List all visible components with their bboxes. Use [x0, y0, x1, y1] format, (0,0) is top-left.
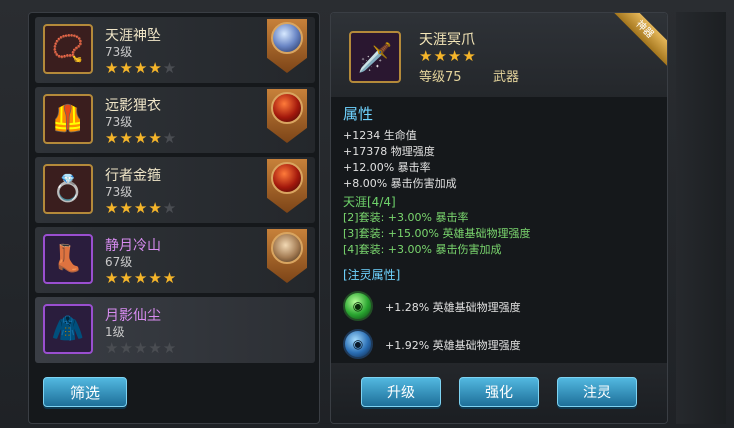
set-bonus-line: [2]套装: +3.00% 暴击率	[343, 211, 469, 224]
ring-icon: 💍	[43, 164, 93, 214]
blue-gem-icon	[271, 22, 303, 54]
red-gem-icon	[271, 162, 303, 194]
item-level: 73级	[105, 185, 133, 199]
detail-type: 武器	[493, 70, 520, 85]
detail-header: 🗡️ 天涯冥爪 ★★★★ 等级75 武器	[331, 13, 667, 97]
item-stars: ★★★★★	[105, 269, 178, 287]
detail-item-name: 天涯冥爪	[419, 32, 475, 48]
green-spirit-icon: ◉	[343, 291, 373, 321]
attribute-line: +1234 生命值	[343, 129, 417, 142]
blue-spirit-icon: ◉	[343, 329, 373, 359]
item-level: 73级	[105, 115, 133, 129]
attribute-scroll-area[interactable]: 属性 +1234 生命值 +17378 物理强度 +12.00% 暴击率 +8.…	[343, 103, 659, 359]
equipment-item[interactable]: 💍 行者金箍 73级 ★★★★★	[35, 157, 315, 223]
item-level: 73级	[105, 45, 133, 59]
item-stars: ★★★★★	[105, 199, 178, 217]
gem-socket-badge[interactable]	[267, 159, 307, 213]
item-name: 月影仙尘	[105, 308, 161, 324]
detail-stars: ★★★★	[419, 47, 477, 65]
attribute-line: +17378 物理强度	[343, 145, 435, 158]
infuse-text: +1.92% 英雄基础物理强度	[385, 339, 521, 352]
set-bonus-line: [3]套装: +15.00% 英雄基础物理强度	[343, 227, 531, 240]
pendant-icon: 📿	[43, 24, 93, 74]
item-name: 天涯神坠	[105, 28, 161, 44]
portrait-gem-icon	[271, 232, 303, 264]
item-name: 静月冷山	[105, 238, 161, 254]
equipment-item[interactable]: 📿 天涯神坠 73级 ★★★★★	[35, 17, 315, 83]
item-stars: ★★★★★	[105, 129, 178, 147]
equipment-list[interactable]: 📿 天涯神坠 73级 ★★★★★ 🦺 远影狸衣 73级 ★★★★★ 💍 行者金箍	[35, 17, 315, 367]
equipment-item[interactable]: 🧥 月影仙尘 1级 ★★★★★	[35, 297, 315, 363]
action-bar: 升级 强化 注灵	[331, 363, 667, 423]
right-edge-panel	[676, 12, 726, 424]
equipment-item[interactable]: 🦺 远影狸衣 73级 ★★★★★	[35, 87, 315, 153]
detail-level: 等级75	[419, 70, 462, 85]
attribute-title: 属性	[343, 105, 374, 123]
item-stars: ★★★★★	[105, 339, 178, 357]
item-level: 1级	[105, 325, 125, 339]
item-stars: ★★★★★	[105, 59, 178, 77]
upgrade-button[interactable]: 升级	[361, 377, 441, 407]
enhance-button[interactable]: 强化	[459, 377, 539, 407]
attribute-line: +12.00% 暴击率	[343, 161, 431, 174]
set-bonus-line: [4]套装: +3.00% 暴击伤害加成	[343, 243, 502, 256]
filter-button[interactable]: 筛选	[43, 377, 127, 407]
armor-icon: 🦺	[43, 94, 93, 144]
item-name: 远影狸衣	[105, 98, 161, 114]
claw-weapon-icon: 🗡️	[349, 31, 401, 83]
item-level: 67级	[105, 255, 133, 269]
boots-icon: 👢	[43, 234, 93, 284]
infuse-row: ◉ +1.92% 英雄基础物理强度	[343, 327, 659, 359]
equipment-list-panel: 📿 天涯神坠 73级 ★★★★★ 🦺 远影狸衣 73级 ★★★★★ 💍 行者金箍	[28, 12, 320, 424]
infuse-button[interactable]: 注灵	[557, 377, 637, 407]
item-name: 行者金箍	[105, 168, 161, 184]
red-gem-icon	[271, 92, 303, 124]
set-title: 天涯[4/4]	[343, 195, 396, 209]
infuse-title: [注灵属性]	[343, 268, 401, 282]
attribute-line: +8.00% 暴击伤害加成	[343, 177, 457, 190]
gem-socket-badge[interactable]	[267, 19, 307, 73]
cloak-icon: 🧥	[43, 304, 93, 354]
infuse-text: +1.28% 英雄基础物理强度	[385, 301, 521, 314]
infuse-row: ◉ +1.28% 英雄基础物理强度	[343, 289, 659, 327]
gem-socket-badge[interactable]	[267, 89, 307, 143]
equipment-item[interactable]: 👢 静月冷山 67级 ★★★★★	[35, 227, 315, 293]
gem-socket-badge[interactable]	[267, 229, 307, 283]
item-detail-panel: 🗡️ 天涯冥爪 ★★★★ 等级75 武器 神器 属性 +1234 生命值 +17…	[330, 12, 668, 424]
